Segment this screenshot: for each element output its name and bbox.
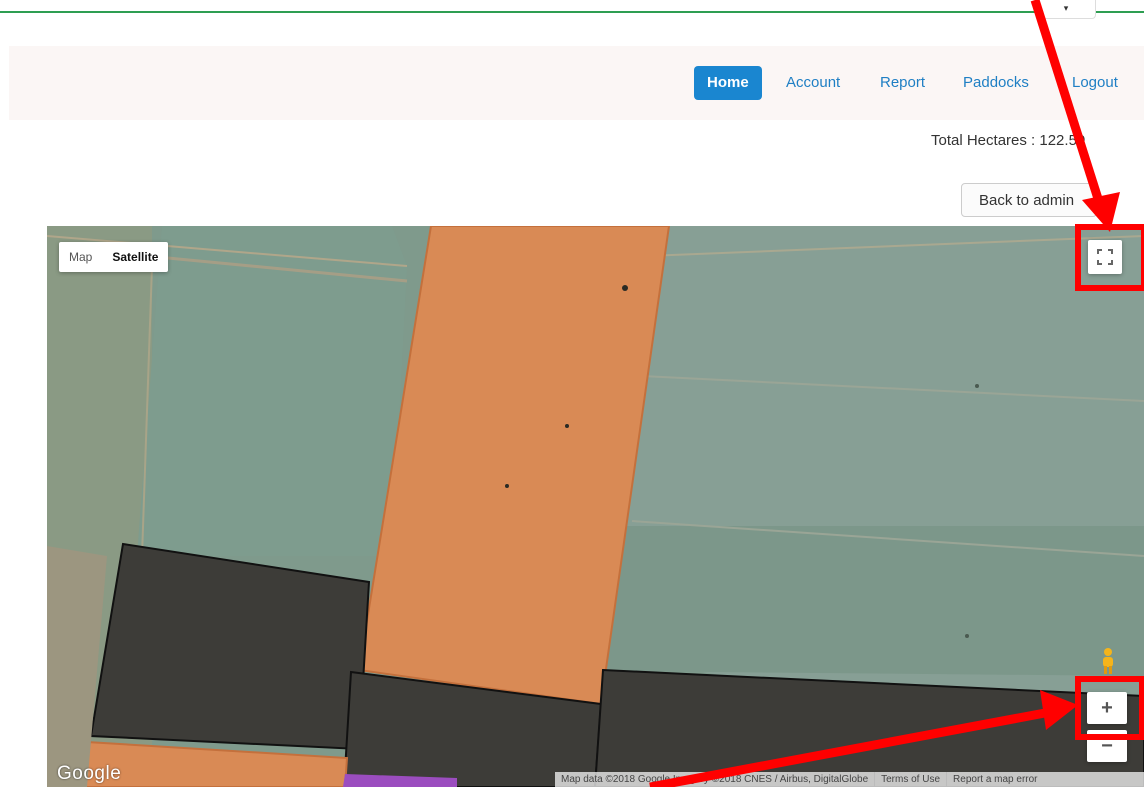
map-view[interactable]: Map Satellite + − Google Map data ©2018 … (47, 226, 1144, 787)
pegman-icon (1103, 648, 1113, 674)
map-type-map-button[interactable]: Map (59, 242, 102, 272)
top-accent-line (0, 11, 1144, 13)
back-to-admin-button[interactable]: Back to admin (961, 183, 1097, 217)
chevron-down-icon: ▾ (1063, 3, 1069, 13)
pegman-button[interactable] (1095, 646, 1121, 676)
map-type-control: Map Satellite (59, 242, 169, 272)
total-hectares: Total Hectares : 122.50 (931, 132, 1086, 149)
report-map-error-link[interactable]: Report a map error (947, 772, 1043, 787)
map-type-satellite-button[interactable]: Satellite (102, 242, 168, 272)
satellite-imagery (47, 226, 1144, 787)
top-dropdown[interactable]: ▾ (1036, 0, 1096, 19)
nav-home[interactable]: Home (694, 66, 762, 100)
nav-paddocks[interactable]: Paddocks (963, 66, 1029, 100)
nav-report[interactable]: Report (880, 66, 925, 100)
nav-logout[interactable]: Logout (1072, 66, 1118, 100)
fullscreen-icon (1097, 249, 1113, 265)
terms-of-use-link[interactable]: Terms of Use (875, 772, 948, 787)
zoom-in-button[interactable]: + (1087, 692, 1127, 724)
map-attribution: Map data ©2018 Google Imagery ©2018 CNES… (555, 772, 1144, 787)
fullscreen-button[interactable] (1088, 240, 1122, 274)
zoom-out-button[interactable]: − (1087, 730, 1127, 762)
nav-account[interactable]: Account (786, 66, 840, 100)
attribution-text: Map data ©2018 Google Imagery ©2018 CNES… (555, 772, 876, 787)
google-logo: Google (57, 763, 122, 784)
